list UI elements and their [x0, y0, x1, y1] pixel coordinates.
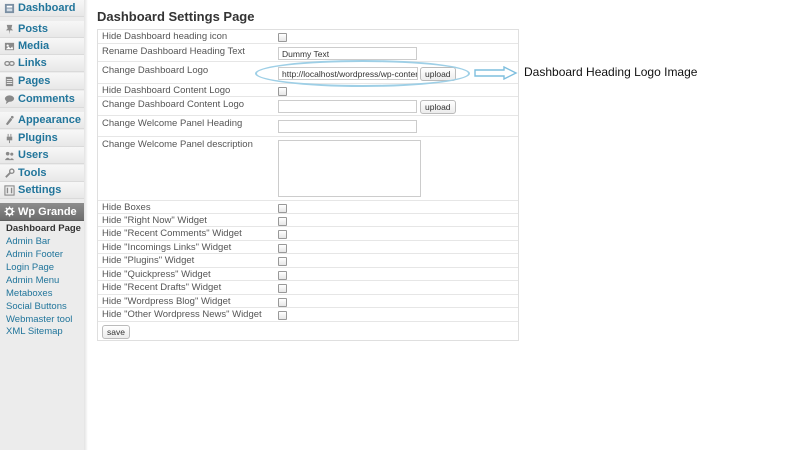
sidebar-item-appearance[interactable]: Appearance — [0, 112, 84, 129]
submenu-login-page[interactable]: Login Page — [6, 262, 54, 274]
row-hide-heading-icon: Hide Dashboard heading icon — [98, 30, 518, 43]
row-label: Hide "Incomings Links" Widget — [102, 242, 232, 253]
hide-plugins-checkbox[interactable] — [278, 257, 287, 266]
plugin-icon — [3, 132, 15, 144]
sidebar-shadow — [84, 0, 88, 450]
sidebar-item-label: Settings — [18, 184, 62, 196]
settings-icon — [3, 184, 15, 196]
appearance-icon — [3, 114, 15, 126]
sidebar-item-media[interactable]: Media — [0, 38, 84, 55]
row-label: Rename Dashboard Heading Text — [102, 46, 245, 57]
sidebar-item-label: Comments — [18, 93, 75, 105]
row-label: Change Welcome Panel Heading — [102, 118, 243, 129]
row-welcome-description: Change Welcome Panel description — [98, 136, 518, 200]
row-label: Hide "Right Now" Widget — [102, 215, 207, 226]
hide-boxes-checkbox[interactable] — [278, 204, 287, 213]
row-label: Change Welcome Panel description — [102, 139, 253, 150]
row-label: Hide Dashboard Content Logo — [102, 85, 231, 96]
sidebar-item-tools[interactable]: Tools — [0, 165, 84, 182]
row-hide-quickpress: Hide "Quickpress" Widget — [98, 267, 518, 280]
sidebar-item-label: Wp Grande — [18, 205, 77, 218]
sidebar-item-users[interactable]: Users — [0, 147, 84, 164]
row-label: Hide "Recent Comments" Widget — [102, 228, 242, 239]
sidebar-item-label: Appearance — [18, 114, 81, 126]
hide-heading-icon-checkbox[interactable] — [278, 33, 287, 42]
submenu-xml-sitemap[interactable]: XML Sitemap — [6, 326, 63, 338]
tools-icon — [3, 167, 15, 179]
dashboard-icon — [3, 2, 15, 14]
content-logo-upload-button[interactable]: upload — [420, 100, 456, 114]
sidebar-item-label: Posts — [18, 23, 48, 35]
row-rename-heading: Rename Dashboard Heading Text Dummy Text — [98, 43, 518, 61]
sidebar-item-label: Media — [18, 40, 50, 52]
submenu-webmaster-tool[interactable]: Webmaster tool — [6, 314, 72, 326]
submenu-admin-menu[interactable]: Admin Menu — [6, 275, 59, 287]
row-save: save — [98, 321, 518, 340]
row-label: Hide Boxes — [102, 202, 151, 213]
row-label: Change Dashboard Logo — [102, 65, 209, 76]
hide-recent-drafts-checkbox[interactable] — [278, 284, 287, 293]
annotation-ellipse — [255, 60, 470, 87]
hide-content-logo-checkbox[interactable] — [278, 87, 287, 96]
sidebar-item-settings[interactable]: Settings — [0, 182, 84, 199]
sidebar-item-label: Users — [18, 149, 49, 161]
hide-wordpress-blog-checkbox[interactable] — [278, 298, 287, 307]
welcome-description-textarea[interactable] — [278, 140, 421, 197]
sidebar-item-wp-grande[interactable]: Wp Grande — [0, 203, 84, 221]
row-hide-plugins: Hide "Plugins" Widget — [98, 253, 518, 267]
row-hide-recent-drafts: Hide "Recent Drafts" Widget — [98, 280, 518, 294]
annotation-arrow-icon — [474, 66, 518, 80]
sidebar-item-links[interactable]: Links — [0, 55, 84, 72]
row-label: Hide "Wordpress Blog" Widget — [102, 296, 231, 307]
hide-recent-comments-checkbox[interactable] — [278, 230, 287, 239]
row-hide-right-now: Hide "Right Now" Widget — [98, 213, 518, 226]
row-hide-incoming-links: Hide "Incomings Links" Widget — [98, 240, 518, 253]
sidebar-item-label: Plugins — [18, 132, 58, 144]
heading-text-input[interactable]: Dummy Text — [278, 47, 417, 60]
comment-icon — [3, 93, 15, 105]
submenu-admin-footer[interactable]: Admin Footer — [6, 249, 63, 261]
gear-icon — [3, 206, 15, 218]
sidebar-item-posts[interactable]: Posts — [0, 21, 84, 38]
row-label: Hide "Plugins" Widget — [102, 255, 195, 266]
hide-incoming-links-checkbox[interactable] — [278, 244, 287, 253]
page-title: Dashboard Settings Page — [97, 9, 255, 24]
submenu-admin-bar[interactable]: Admin Bar — [6, 236, 50, 248]
sidebar-item-plugins[interactable]: Plugins — [0, 130, 84, 147]
hide-other-news-checkbox[interactable] — [278, 311, 287, 320]
row-label: Hide "Other Wordpress News" Widget — [102, 309, 262, 320]
row-label: Hide "Quickpress" Widget — [102, 269, 211, 280]
save-button[interactable]: save — [102, 325, 130, 339]
admin-sidebar: Dashboard Posts Media Links Pages Commen… — [0, 0, 85, 450]
row-hide-other-news: Hide "Other Wordpress News" Widget — [98, 307, 518, 321]
pin-icon — [3, 23, 15, 35]
link-icon — [3, 57, 15, 69]
row-hide-recent-comments: Hide "Recent Comments" Widget — [98, 226, 518, 240]
sidebar-item-comments[interactable]: Comments — [0, 91, 84, 108]
submenu-metaboxes[interactable]: Metaboxes — [6, 288, 52, 300]
row-change-content-logo: Change Dashboard Content Logo upload — [98, 96, 518, 115]
content-logo-url-input[interactable] — [278, 100, 417, 113]
submenu-dashboard-page[interactable]: Dashboard Page — [6, 223, 81, 235]
row-hide-boxes: Hide Boxes — [98, 200, 518, 213]
welcome-heading-input[interactable] — [278, 120, 417, 133]
row-label: Hide Dashboard heading icon — [102, 31, 228, 42]
sidebar-item-label: Tools — [18, 167, 47, 179]
hide-right-now-checkbox[interactable] — [278, 217, 287, 226]
sidebar-item-pages[interactable]: Pages — [0, 73, 84, 90]
submenu-social-buttons[interactable]: Social Buttons — [6, 301, 67, 313]
row-label: Hide "Recent Drafts" Widget — [102, 282, 222, 293]
sidebar-item-label: Links — [18, 57, 47, 69]
sidebar-item-label: Dashboard — [18, 2, 76, 14]
annotation-label: Dashboard Heading Logo Image — [524, 65, 698, 79]
page-icon — [3, 75, 15, 87]
hide-quickpress-checkbox[interactable] — [278, 271, 287, 280]
media-icon — [3, 40, 15, 52]
row-label: Change Dashboard Content Logo — [102, 99, 245, 110]
row-hide-wordpress-blog: Hide "Wordpress Blog" Widget — [98, 294, 518, 307]
sidebar-item-label: Pages — [18, 75, 51, 87]
row-welcome-heading: Change Welcome Panel Heading — [98, 115, 518, 136]
sidebar-item-dashboard[interactable]: Dashboard — [0, 0, 84, 17]
users-icon — [3, 149, 15, 161]
